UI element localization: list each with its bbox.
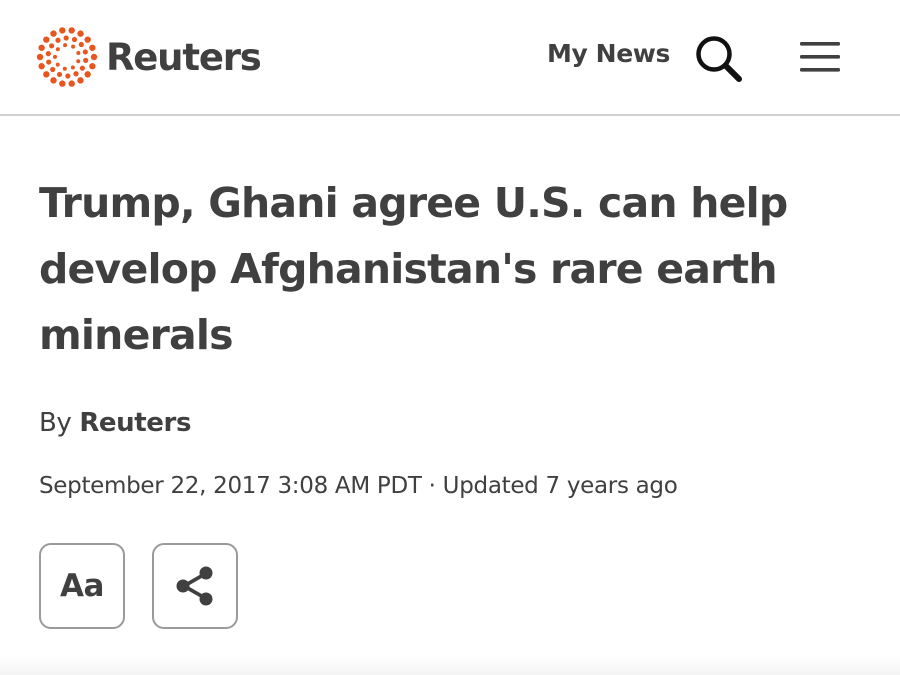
reuters-logo-link[interactable]: Reuters	[36, 26, 262, 88]
site-header: Reuters My News	[0, 0, 900, 116]
logo-dot	[68, 27, 75, 34]
logo-dot	[71, 44, 76, 49]
logo-dot	[50, 77, 57, 84]
logo-dot	[84, 36, 91, 43]
search-icon	[696, 36, 742, 82]
logo-dot	[38, 63, 45, 70]
hamburger-menu-icon	[800, 42, 840, 72]
logo-dot	[36, 53, 44, 61]
search-button[interactable]	[692, 32, 746, 86]
logo-dot	[65, 73, 71, 79]
menu-button[interactable]	[796, 38, 844, 78]
logo-dot	[43, 36, 50, 43]
logo-dot	[62, 66, 67, 71]
logo-dot	[83, 57, 89, 63]
logo-dot	[59, 27, 66, 34]
logo-dot	[77, 30, 84, 37]
logo-dot	[84, 71, 91, 78]
logo-dot	[59, 80, 66, 87]
logo-dot	[50, 30, 57, 37]
logo-dot	[89, 44, 96, 51]
logo-dot	[49, 43, 55, 49]
share-icon	[176, 566, 213, 606]
logo-dot	[79, 65, 85, 71]
logo-dot	[73, 71, 79, 77]
font-size-label: Aa	[60, 568, 104, 604]
byline-author-link[interactable]: Reuters	[79, 408, 191, 438]
page-bottom-edge	[0, 655, 900, 675]
logo-dot	[56, 71, 63, 78]
article-dateline: September 22, 2017 3:08 AM PDT · Updated…	[39, 473, 678, 499]
logo-dot	[68, 80, 75, 87]
reuters-logo-icon	[36, 27, 98, 87]
logo-dot	[78, 41, 84, 48]
logo-dot	[43, 71, 50, 78]
logo-dot	[38, 44, 45, 51]
logo-dot	[55, 47, 60, 52]
logo-dot	[50, 66, 56, 73]
article-headline: Trump, Ghani agree U.S. can help develop…	[39, 179, 788, 359]
logo-dot	[89, 63, 96, 70]
logo-dot	[63, 43, 68, 48]
logo-dot	[63, 35, 69, 41]
byline: By Reuters	[39, 408, 191, 439]
logo-dot	[53, 54, 57, 59]
logo-dot	[55, 62, 60, 67]
logo-dot	[55, 37, 61, 43]
article-page: Reuters My News Trump, Ghani agree U.S. …	[0, 0, 900, 675]
logo-dot	[46, 59, 52, 65]
logo-dot	[70, 65, 75, 70]
logo-dot	[76, 59, 81, 64]
logo-dot	[90, 53, 98, 61]
share-button[interactable]	[152, 543, 238, 629]
logo-dot	[82, 49, 88, 55]
logo-dot	[76, 51, 81, 56]
logo-dot	[45, 51, 51, 57]
logo-dot	[71, 36, 78, 43]
my-news-link[interactable]: My News	[547, 40, 670, 68]
logo-dot	[77, 77, 84, 84]
logo-wordmark: Reuters	[106, 35, 262, 79]
font-size-button[interactable]: Aa	[39, 543, 125, 629]
byline-prefix: By	[39, 408, 72, 438]
